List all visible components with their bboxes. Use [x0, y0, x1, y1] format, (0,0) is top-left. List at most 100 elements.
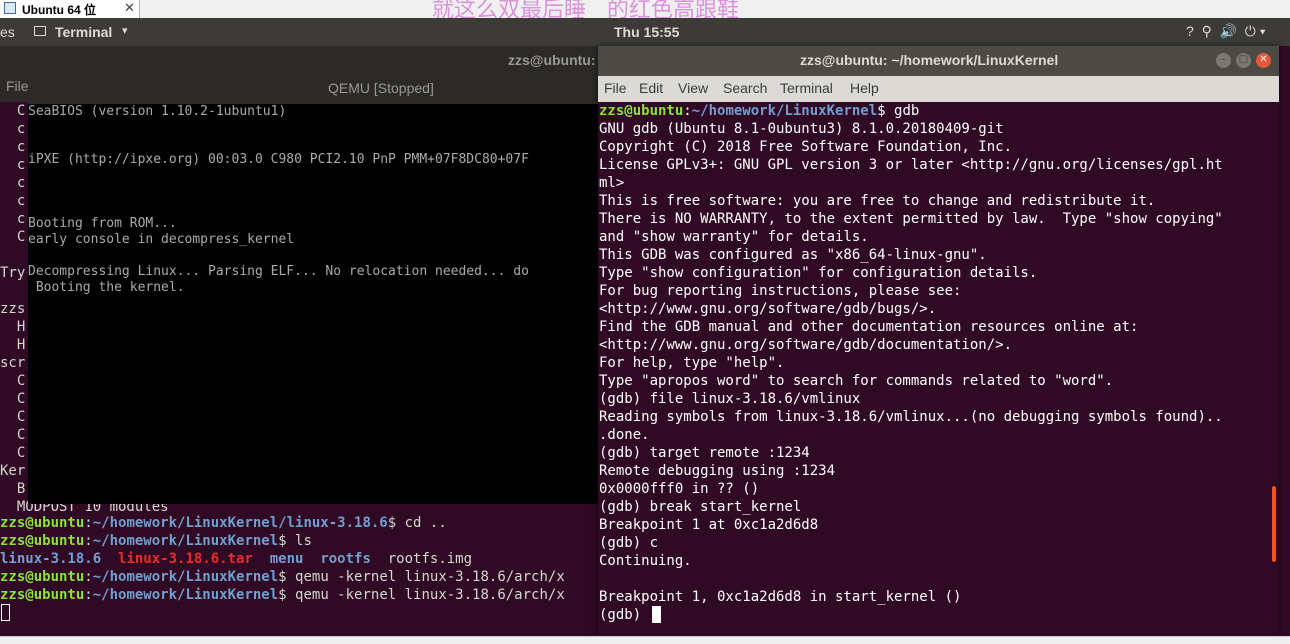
menu-file[interactable]: File: [604, 80, 627, 96]
gdb-output-line: There is NO WARRANTY, to the extent perm…: [599, 211, 1223, 227]
gdb-output-line: This GDB was configured as "x86_64-linux…: [599, 247, 987, 263]
left-terminal-line: zzs@ubuntu:~/homework/LinuxKernel$ ls: [0, 532, 312, 550]
gdb-output-line: For bug reporting instructions, please s…: [599, 283, 962, 299]
qemu-console-line: Booting from ROM...: [28, 216, 177, 231]
left-terminal-line: zzs@ubuntu:~/homework/LinuxKernel$ qemu …: [0, 568, 565, 586]
gdb-terminal-titlebar[interactable]: zzs@ubuntu: ~/homework/LinuxKernel – □ ✕: [598, 46, 1279, 76]
prompt-line: zzs@ubuntu:~/homework/LinuxKernel$ gdb: [599, 102, 919, 120]
gdb-output-line: (gdb) file linux-3.18.6/vmlinux: [599, 391, 861, 407]
left-terminal-line: zzs: [0, 301, 26, 317]
left-menu-file[interactable]: File: [6, 78, 29, 94]
left-terminal-line: c: [0, 121, 26, 137]
maximize-button[interactable]: □: [1236, 53, 1251, 68]
qemu-screen[interactable]: SeaBIOS (version 1.10.2-1ubuntu1) iPXE (h…: [28, 104, 600, 504]
clock[interactable]: Thu 15:55: [614, 24, 679, 40]
qemu-console-line: iPXE (http://ipxe.org) 00:03.0 C980 PCI2…: [28, 152, 529, 167]
overlay-banner-text: 就这么双最后睡 的红色高跟鞋: [432, 0, 739, 19]
left-terminal-line: C: [0, 445, 26, 461]
minimize-button[interactable]: –: [1216, 53, 1231, 68]
app-menu-terminal[interactable]: Terminal: [55, 24, 112, 40]
activities-button[interactable]: es: [0, 24, 15, 40]
prompt-sep: :: [84, 587, 93, 603]
menu-edit[interactable]: Edit: [639, 80, 663, 96]
command-text: $ qemu -kernel linux-3.18.6/arch/x: [278, 587, 565, 603]
gdb-output-line: Type "show configuration" for configurat…: [599, 265, 1038, 281]
prompt-sep: :: [683, 103, 692, 119]
gdb-output-line: GNU gdb (Ubuntu 8.1-0ubuntu3) 8.1.0.2018…: [599, 121, 1004, 137]
command-text: $ gdb: [877, 103, 920, 119]
vm-tab-label: Ubuntu 64 位: [22, 3, 96, 17]
menu-terminal[interactable]: Terminal: [780, 80, 833, 96]
gdb-output-line: Remote debugging using :1234: [599, 463, 836, 479]
gdb-terminal-window[interactable]: zzs@ubuntu: ~/homework/LinuxKernel – □ ✕…: [598, 46, 1279, 636]
prompt-sep: :: [84, 533, 93, 549]
gdb-output-line: For help, type "help".: [599, 355, 785, 371]
menu-help[interactable]: Help: [850, 80, 879, 96]
left-terminal-line: c: [0, 157, 26, 173]
close-button[interactable]: ✕: [1256, 53, 1271, 68]
command-text: $ ls: [278, 533, 312, 549]
ls-entry-dir: menu: [269, 551, 304, 567]
left-terminal-line: C: [0, 427, 26, 443]
gdb-output-line: 0x0000fff0 in ?? (): [599, 481, 760, 497]
left-terminal-line: Try: [0, 265, 26, 281]
gdb-output-line: .done.: [599, 427, 650, 443]
terminal-icon: [34, 26, 46, 36]
left-terminal-line: C: [0, 391, 26, 407]
menu-view[interactable]: View: [678, 80, 708, 96]
qemu-console-line: early console in decompress_kernel: [28, 232, 295, 247]
gdb-output-line: and "show warranty" for details.: [599, 229, 869, 245]
left-terminal-line: c: [0, 193, 26, 209]
gdb-output-line: ml>: [599, 175, 625, 191]
gdb-output-line: (gdb) c: [599, 535, 659, 551]
gdb-output-line: (gdb) target remote :1234: [599, 445, 810, 461]
menu-search[interactable]: Search: [723, 80, 767, 96]
vm-icon: [4, 2, 16, 14]
chevron-down-icon[interactable]: ▾: [122, 24, 128, 37]
left-terminal-line: C: [0, 229, 26, 245]
prompt-path: ~/homework/LinuxKernel: [92, 569, 279, 585]
left-terminal-line: scr: [0, 355, 26, 371]
close-icon[interactable]: ✕: [124, 0, 135, 16]
window-title: zzs@ubuntu: ~/homework/LinuxKernel: [800, 52, 1059, 68]
prompt-sep: :: [84, 569, 93, 585]
prompt-user: zzs@ubuntu: [0, 533, 85, 549]
system-menu-icons[interactable]: ? ⚲ 🔊 ⏻ ▾: [1186, 23, 1266, 40]
prompt-user: zzs@ubuntu: [0, 515, 85, 531]
vm-tab-strip: Ubuntu 64 位 ✕ 就这么双最后睡 的红色高跟鞋: [0, 0, 1290, 19]
qemu-titlebar[interactable]: [28, 74, 600, 104]
gdb-output-line: Breakpoint 1, 0xc1a2d6d8 in start_kernel…: [599, 589, 962, 605]
qemu-console-line: Booting the kernel.: [28, 280, 185, 295]
prompt-path: ~/homework/LinuxKernel/linux-3.18.6: [92, 515, 388, 531]
prompt-user: zzs@ubuntu: [0, 569, 85, 585]
vm-tab-ubuntu[interactable]: Ubuntu 64 位 ✕: [0, 0, 140, 18]
terminal-cursor: [652, 606, 661, 623]
left-terminal-line: c: [0, 139, 26, 155]
terminal-output[interactable]: zzs@ubuntu:~/homework/LinuxKernel$ gdb G…: [598, 102, 1279, 636]
left-terminal-line: Ker: [0, 463, 26, 479]
left-terminal-line: c: [0, 175, 26, 191]
qemu-title: QEMU [Stopped]: [328, 80, 434, 96]
gdb-output-line: (gdb): [599, 607, 650, 623]
gdb-output-line: This is free software: you are free to c…: [599, 193, 1156, 209]
prompt-user: zzs@ubuntu: [599, 103, 684, 119]
prompt-user: zzs@ubuntu: [0, 587, 85, 603]
ls-entry-archive: linux-3.18.6.tar: [118, 551, 253, 567]
qemu-console-line: SeaBIOS (version 1.10.2-1ubuntu1): [28, 104, 287, 119]
gdb-output-line: Reading symbols from linux-3.18.6/vmlinu…: [599, 409, 1223, 425]
prompt-path: ~/homework/LinuxKernel: [691, 103, 878, 119]
prompt-path: ~/homework/LinuxKernel: [92, 533, 279, 549]
left-terminal-line: C: [0, 409, 26, 425]
menubar: File Edit View Search Terminal Help: [598, 76, 1279, 102]
gdb-output-line: Type "apropos word" to search for comman…: [599, 373, 1114, 389]
scrollbar[interactable]: [1272, 486, 1276, 562]
gdb-output-line: <http://www.gnu.org/software/gdb/documen…: [599, 337, 1013, 353]
left-terminal-line: c: [0, 211, 26, 227]
terminal-cursor: [1, 604, 10, 621]
gdb-output-line: Breakpoint 1 at 0xc1a2d6d8: [599, 517, 819, 533]
left-terminal-line: zzs@ubuntu:~/homework/LinuxKernel$ qemu …: [0, 586, 565, 604]
prompt-path: ~/homework/LinuxKernel: [92, 587, 279, 603]
gdb-output-line: (gdb) break start_kernel: [599, 499, 802, 515]
ls-entry-dir: rootfs: [320, 551, 371, 567]
ls-entry-file: rootfs.img: [387, 551, 473, 567]
